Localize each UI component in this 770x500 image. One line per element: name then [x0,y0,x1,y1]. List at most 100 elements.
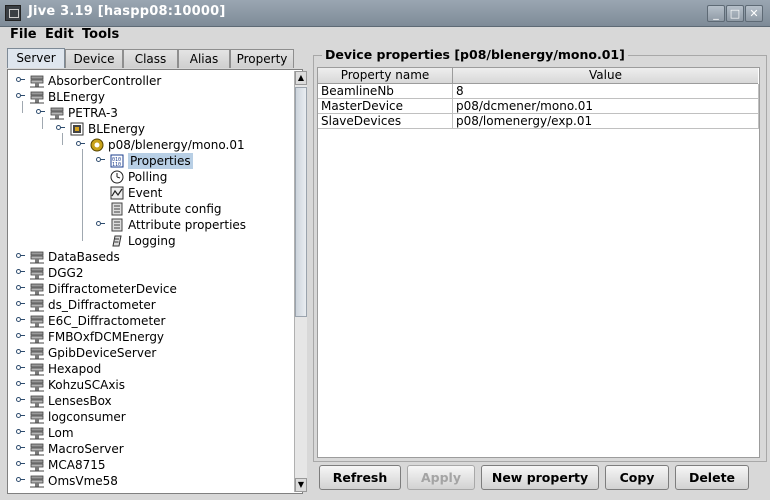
tree-expand-handle-icon[interactable] [16,317,25,324]
column-header-value[interactable]: Value [453,68,758,84]
tree-node-label[interactable]: Lom [48,425,74,441]
maximize-icon[interactable]: □ [726,5,744,22]
tree-node-label[interactable]: logconsumer [48,409,126,425]
tree-node[interactable]: ds_Diffractometer [8,297,292,313]
tree-node-label[interactable]: PETRA-3 [68,105,118,121]
tree-expand-handle-icon[interactable] [56,125,65,132]
tree-node-label[interactable]: FMBOxfDCMEnergy [48,329,164,345]
menu-file[interactable]: File [10,27,37,42]
tree-node[interactable]: Event [8,185,292,201]
tree-node[interactable]: 010 110 Properties [8,153,292,169]
tree-node[interactable]: DataBaseds [8,249,292,265]
minimize-icon[interactable]: _ [707,5,725,22]
tree-node[interactable]: KohzuSCAxis [8,377,292,393]
tree-node[interactable]: BLEnergy [8,89,292,105]
tree-expand-handle-icon[interactable] [16,445,25,452]
tree-node-label[interactable]: LensesBox [48,393,112,409]
tree-expand-handle-icon[interactable] [16,301,25,308]
tree-node-label[interactable]: Polling [128,169,167,185]
tree-node[interactable]: Logging [8,233,292,249]
tree-node-label[interactable]: GpibDeviceServer [48,345,156,361]
tree-node-label[interactable]: KohzuSCAxis [48,377,125,393]
tree-node[interactable]: MacroServer [8,441,292,457]
tree-expand-handle-icon[interactable] [16,269,25,276]
menu-tools[interactable]: Tools [82,27,119,42]
tree-node[interactable]: BLEnergy [8,121,292,137]
tree-expand-handle-icon[interactable] [16,461,25,468]
tree-scrollbar[interactable]: ▲ ▼ [294,71,307,492]
tree-node[interactable]: logconsumer [8,409,292,425]
tree-node-label[interactable]: Event [128,185,162,201]
tab-class[interactable]: Class [123,49,178,68]
table-cell-value[interactable]: p08/dcmener/mono.01 [453,99,759,114]
tree-expand-handle-icon[interactable] [16,77,25,84]
tree-node[interactable]: MCA8715 [8,457,292,473]
tree-expand-handle-icon[interactable] [16,429,25,436]
tree-node[interactable]: FMBOxfDCMEnergy [8,329,292,345]
tree-node-label[interactable]: BLEnergy [88,121,145,137]
tree-node[interactable]: E6C_Diffractometer [8,313,292,329]
tree-expand-handle-icon[interactable] [16,365,25,372]
tree-node-label[interactable]: Properties [128,153,193,169]
tree-node[interactable]: GpibDeviceServer [8,345,292,361]
tree-node-label[interactable]: MCA8715 [48,457,105,473]
tree-node-label[interactable]: Attribute config [128,201,222,217]
tree-node[interactable]: Polling [8,169,292,185]
tree-expand-handle-icon[interactable] [96,221,105,228]
tree-expand-handle-icon[interactable] [16,477,25,484]
tree-expand-handle-icon[interactable] [16,381,25,388]
server-tree[interactable]: AbsorberController BLEnergy PETRA-3 BLEnerg… [7,69,307,494]
refresh-button[interactable]: Refresh [319,465,401,490]
app-icon[interactable] [5,5,21,21]
tree-expand-handle-icon[interactable] [16,397,25,404]
menu-edit[interactable]: Edit [45,27,74,42]
tree-node-label[interactable]: BLEnergy [48,89,105,105]
tree-node-label[interactable]: DGG2 [48,265,83,281]
tree-node[interactable]: DGG2 [8,265,292,281]
tree-expand-handle-icon[interactable] [16,285,25,292]
tree-node[interactable]: Attribute properties [8,217,292,233]
tree-expand-handle-icon[interactable] [96,157,105,164]
tree-expand-handle-icon[interactable] [16,93,25,100]
tab-server[interactable]: Server [7,48,65,68]
properties-table[interactable]: Property name Value BeamlineNb 8 MasterD… [317,67,760,458]
tree-node-label[interactable]: MacroServer [48,441,124,457]
close-icon[interactable]: ✕ [745,5,763,22]
tree-node-label[interactable]: OmsVme58 [48,473,118,489]
tab-device[interactable]: Device [65,49,123,68]
tree-node[interactable]: DiffractometerDevice [8,281,292,297]
tab-property[interactable]: Property [230,49,294,68]
tree-node-label[interactable]: p08/blenergy/mono.01 [108,137,245,153]
table-cell-name[interactable]: MasterDevice [318,99,453,114]
tree-node[interactable]: Hexapod [8,361,292,377]
tree-expand-handle-icon[interactable] [36,109,45,116]
tree-node[interactable]: PETRA-3 [8,105,292,121]
table-cell-value[interactable]: 8 [453,84,759,99]
scroll-up-icon[interactable]: ▲ [295,71,307,85]
tree-node-label[interactable]: Logging [128,233,176,249]
tree-node-label[interactable]: AbsorberController [48,73,161,89]
tree-expand-handle-icon[interactable] [16,253,25,260]
delete-button[interactable]: Delete [675,465,749,490]
tree-node[interactable]: OmsVme58 [8,473,292,489]
scroll-thumb[interactable] [295,87,307,317]
tree-node-label[interactable]: DiffractometerDevice [48,281,177,297]
tree-expand-handle-icon[interactable] [16,413,25,420]
tree-expand-handle-icon[interactable] [16,333,25,340]
copy-button[interactable]: Copy [605,465,669,490]
tree-node[interactable]: AbsorberController [8,73,292,89]
new-property-button[interactable]: New property [481,465,599,490]
scroll-down-icon[interactable]: ▼ [295,478,307,492]
tab-alias[interactable]: Alias [178,49,230,68]
tree-node[interactable]: Lom [8,425,292,441]
tree-node-label[interactable]: E6C_Diffractometer [48,313,165,329]
tree-node[interactable]: p08/blenergy/mono.01 [8,137,292,153]
table-cell-value[interactable]: p08/lomenergy/exp.01 [453,114,759,129]
tree-expand-handle-icon[interactable] [76,141,85,148]
tree-node[interactable]: Attribute config [8,201,292,217]
tree-node-label[interactable]: ds_Diffractometer [48,297,156,313]
apply-button[interactable]: Apply [407,465,475,490]
tree-expand-handle-icon[interactable] [16,349,25,356]
tree-node-label[interactable]: Attribute properties [128,217,246,233]
tree-node-label[interactable]: Hexapod [48,361,101,377]
